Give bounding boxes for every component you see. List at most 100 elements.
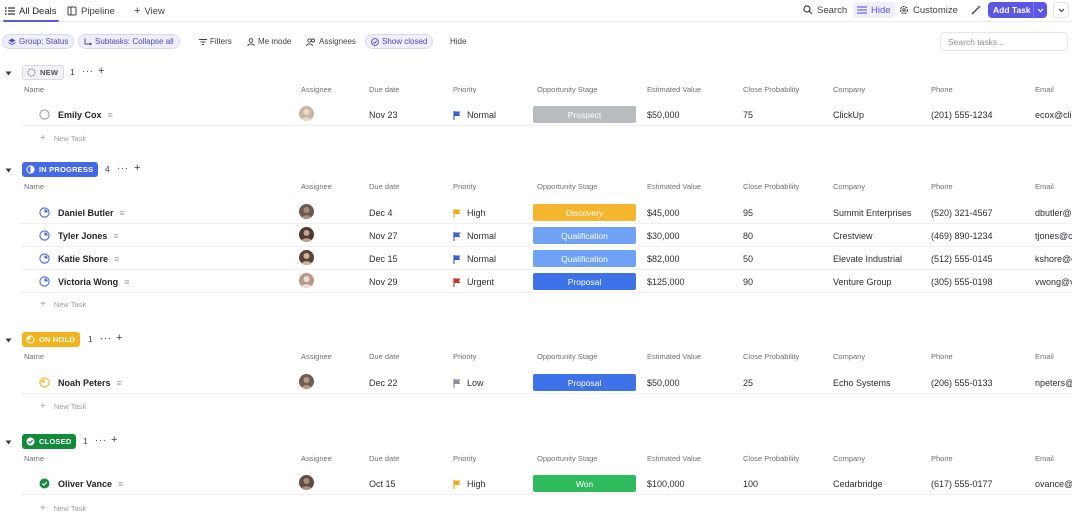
company[interactable]: Cedarbridge [833,478,917,490]
column-header-estimated-value[interactable]: Estimated Value [647,454,701,466]
phone[interactable]: (512) 555-0145 [931,253,993,265]
priority[interactable]: Normal [453,230,496,242]
status-closed-icon[interactable] [39,478,50,489]
stage-pill[interactable]: Qualification [533,227,636,244]
company[interactable]: Echo Systems [833,377,917,389]
due-date[interactable]: Nov 27 [369,230,398,242]
status-on-hold-icon[interactable] [39,377,50,388]
column-header-opportunity-stage[interactable]: Opportunity Stage [537,85,597,97]
close-probability[interactable]: 50 [743,253,753,265]
column-header-estimated-value[interactable]: Estimated Value [647,352,701,364]
priority[interactable]: Urgent [453,276,494,288]
column-header-priority[interactable]: Priority [453,454,476,466]
due-date[interactable]: Nov 29 [369,276,398,288]
me-mode-button[interactable]: Me mode [247,34,291,49]
avatar[interactable] [299,106,314,121]
column-header-email[interactable]: Email [1035,85,1054,97]
column-header-due-date[interactable]: Due date [369,182,399,194]
subtasks-chip[interactable]: Subtasks: Collapse all [78,34,180,49]
customize-button[interactable]: Customize [899,2,958,18]
assignees-button[interactable]: Assignees [306,34,356,49]
close-probability[interactable]: 75 [743,109,753,121]
avatar[interactable] [299,273,314,288]
more-options-icon[interactable]: ··· [82,66,94,77]
more-options-icon[interactable]: ··· [117,163,129,174]
tab-pipeline[interactable]: Pipeline [67,4,115,18]
column-header-due-date[interactable]: Due date [369,352,399,364]
column-header-estimated-value[interactable]: Estimated Value [647,182,701,194]
close-probability[interactable]: 80 [743,230,753,242]
task-name[interactable]: Daniel Butler ≡ [58,207,125,219]
add-task-plus-icon[interactable]: + [116,332,122,344]
email[interactable]: ovance@cedarbridge.com [1035,478,1072,490]
status-badge[interactable]: NEW [22,65,65,80]
table-row[interactable]: Emily Cox ≡ Nov 23 Normal Prospect $50,00… [20,104,1072,126]
tab-all-deals[interactable]: All Deals [5,4,57,18]
status-badge[interactable]: ON HOLD [22,332,80,347]
priority[interactable]: High [453,207,486,219]
estimated-value[interactable]: $82,000 [647,253,680,265]
estimated-value[interactable]: $125,000 [647,276,685,288]
column-header-phone[interactable]: Phone [931,352,953,364]
priority[interactable]: Normal [453,109,496,121]
column-header-email[interactable]: Email [1035,182,1054,194]
close-probability[interactable]: 100 [743,478,758,490]
priority[interactable]: High [453,478,486,490]
column-header-close-probability[interactable]: Close Probability [743,182,799,194]
status-in-progress-icon[interactable] [39,253,50,264]
collapse-arrow-icon[interactable] [4,336,12,344]
column-header-company[interactable]: Company [833,85,865,97]
company[interactable]: Elevate Industrial [833,253,917,265]
phone[interactable]: (520) 321-4567 [931,207,993,219]
company[interactable]: ClickUp [833,109,917,121]
stage-pill[interactable]: Won [533,475,636,492]
column-header-assignee[interactable]: Assignee [301,182,332,194]
table-row[interactable]: Victoria Wong ≡ Nov 29 Urgent Proposal $1… [20,271,1072,293]
collapse-arrow-icon[interactable] [4,69,12,77]
new-task-button[interactable]: + New Task [40,502,86,514]
estimated-value[interactable]: $30,000 [647,230,680,242]
task-name[interactable]: Emily Cox ≡ [58,109,113,121]
new-task-button[interactable]: + New Task [40,400,86,412]
table-row[interactable]: Katie Shore ≡ Dec 15 Normal Qualification… [20,248,1072,270]
collapse-arrow-icon[interactable] [4,438,12,446]
phone[interactable]: (617) 555-0177 [931,478,993,490]
chevron-down-icon[interactable] [1033,2,1047,18]
email[interactable]: dbutler@summit.com [1035,207,1072,219]
search-tasks-input[interactable]: Search tasks... [940,32,1068,51]
column-header-estimated-value[interactable]: Estimated Value [647,85,701,97]
estimated-value[interactable]: $50,000 [647,377,680,389]
column-header-priority[interactable]: Priority [453,352,476,364]
phone[interactable]: (305) 555-0198 [931,276,993,288]
filters-button[interactable]: Filters [199,34,232,49]
phone[interactable]: (469) 890-1234 [931,230,993,242]
phone[interactable]: (201) 555-1234 [931,109,993,121]
column-header-phone[interactable]: Phone [931,85,953,97]
close-probability[interactable]: 25 [743,377,753,389]
status-badge[interactable]: CLOSED [22,434,77,449]
hide-button[interactable]: Hide [853,2,895,18]
task-name[interactable]: Tyler Jones ≡ [58,230,119,242]
stage-pill[interactable]: Qualification [533,250,636,267]
phone[interactable]: (206) 555-0133 [931,377,993,389]
avatar[interactable] [299,475,314,490]
column-header-opportunity-stage[interactable]: Opportunity Stage [537,454,597,466]
email[interactable]: npeters@echo.com [1035,377,1072,389]
column-header-due-date[interactable]: Due date [369,454,399,466]
stage-pill[interactable]: Discovery [533,204,636,221]
group-by-chip[interactable]: Group: Status [2,34,75,49]
column-header-company[interactable]: Company [833,352,865,364]
more-options-icon[interactable]: ··· [95,435,107,446]
due-date[interactable]: Oct 15 [369,478,396,490]
email[interactable]: vwong@venture.com [1035,276,1072,288]
column-header-due-date[interactable]: Due date [369,85,399,97]
stage-pill[interactable]: Proposal [533,273,636,290]
column-header-opportunity-stage[interactable]: Opportunity Stage [537,182,597,194]
estimated-value[interactable]: $45,000 [647,207,680,219]
column-header-priority[interactable]: Priority [453,182,476,194]
column-header-close-probability[interactable]: Close Probability [743,352,799,364]
search-button[interactable]: Search [803,2,847,18]
column-header-opportunity-stage[interactable]: Opportunity Stage [537,352,597,364]
task-name[interactable]: Victoria Wong ≡ [58,276,129,288]
due-date[interactable]: Dec 15 [369,253,398,265]
